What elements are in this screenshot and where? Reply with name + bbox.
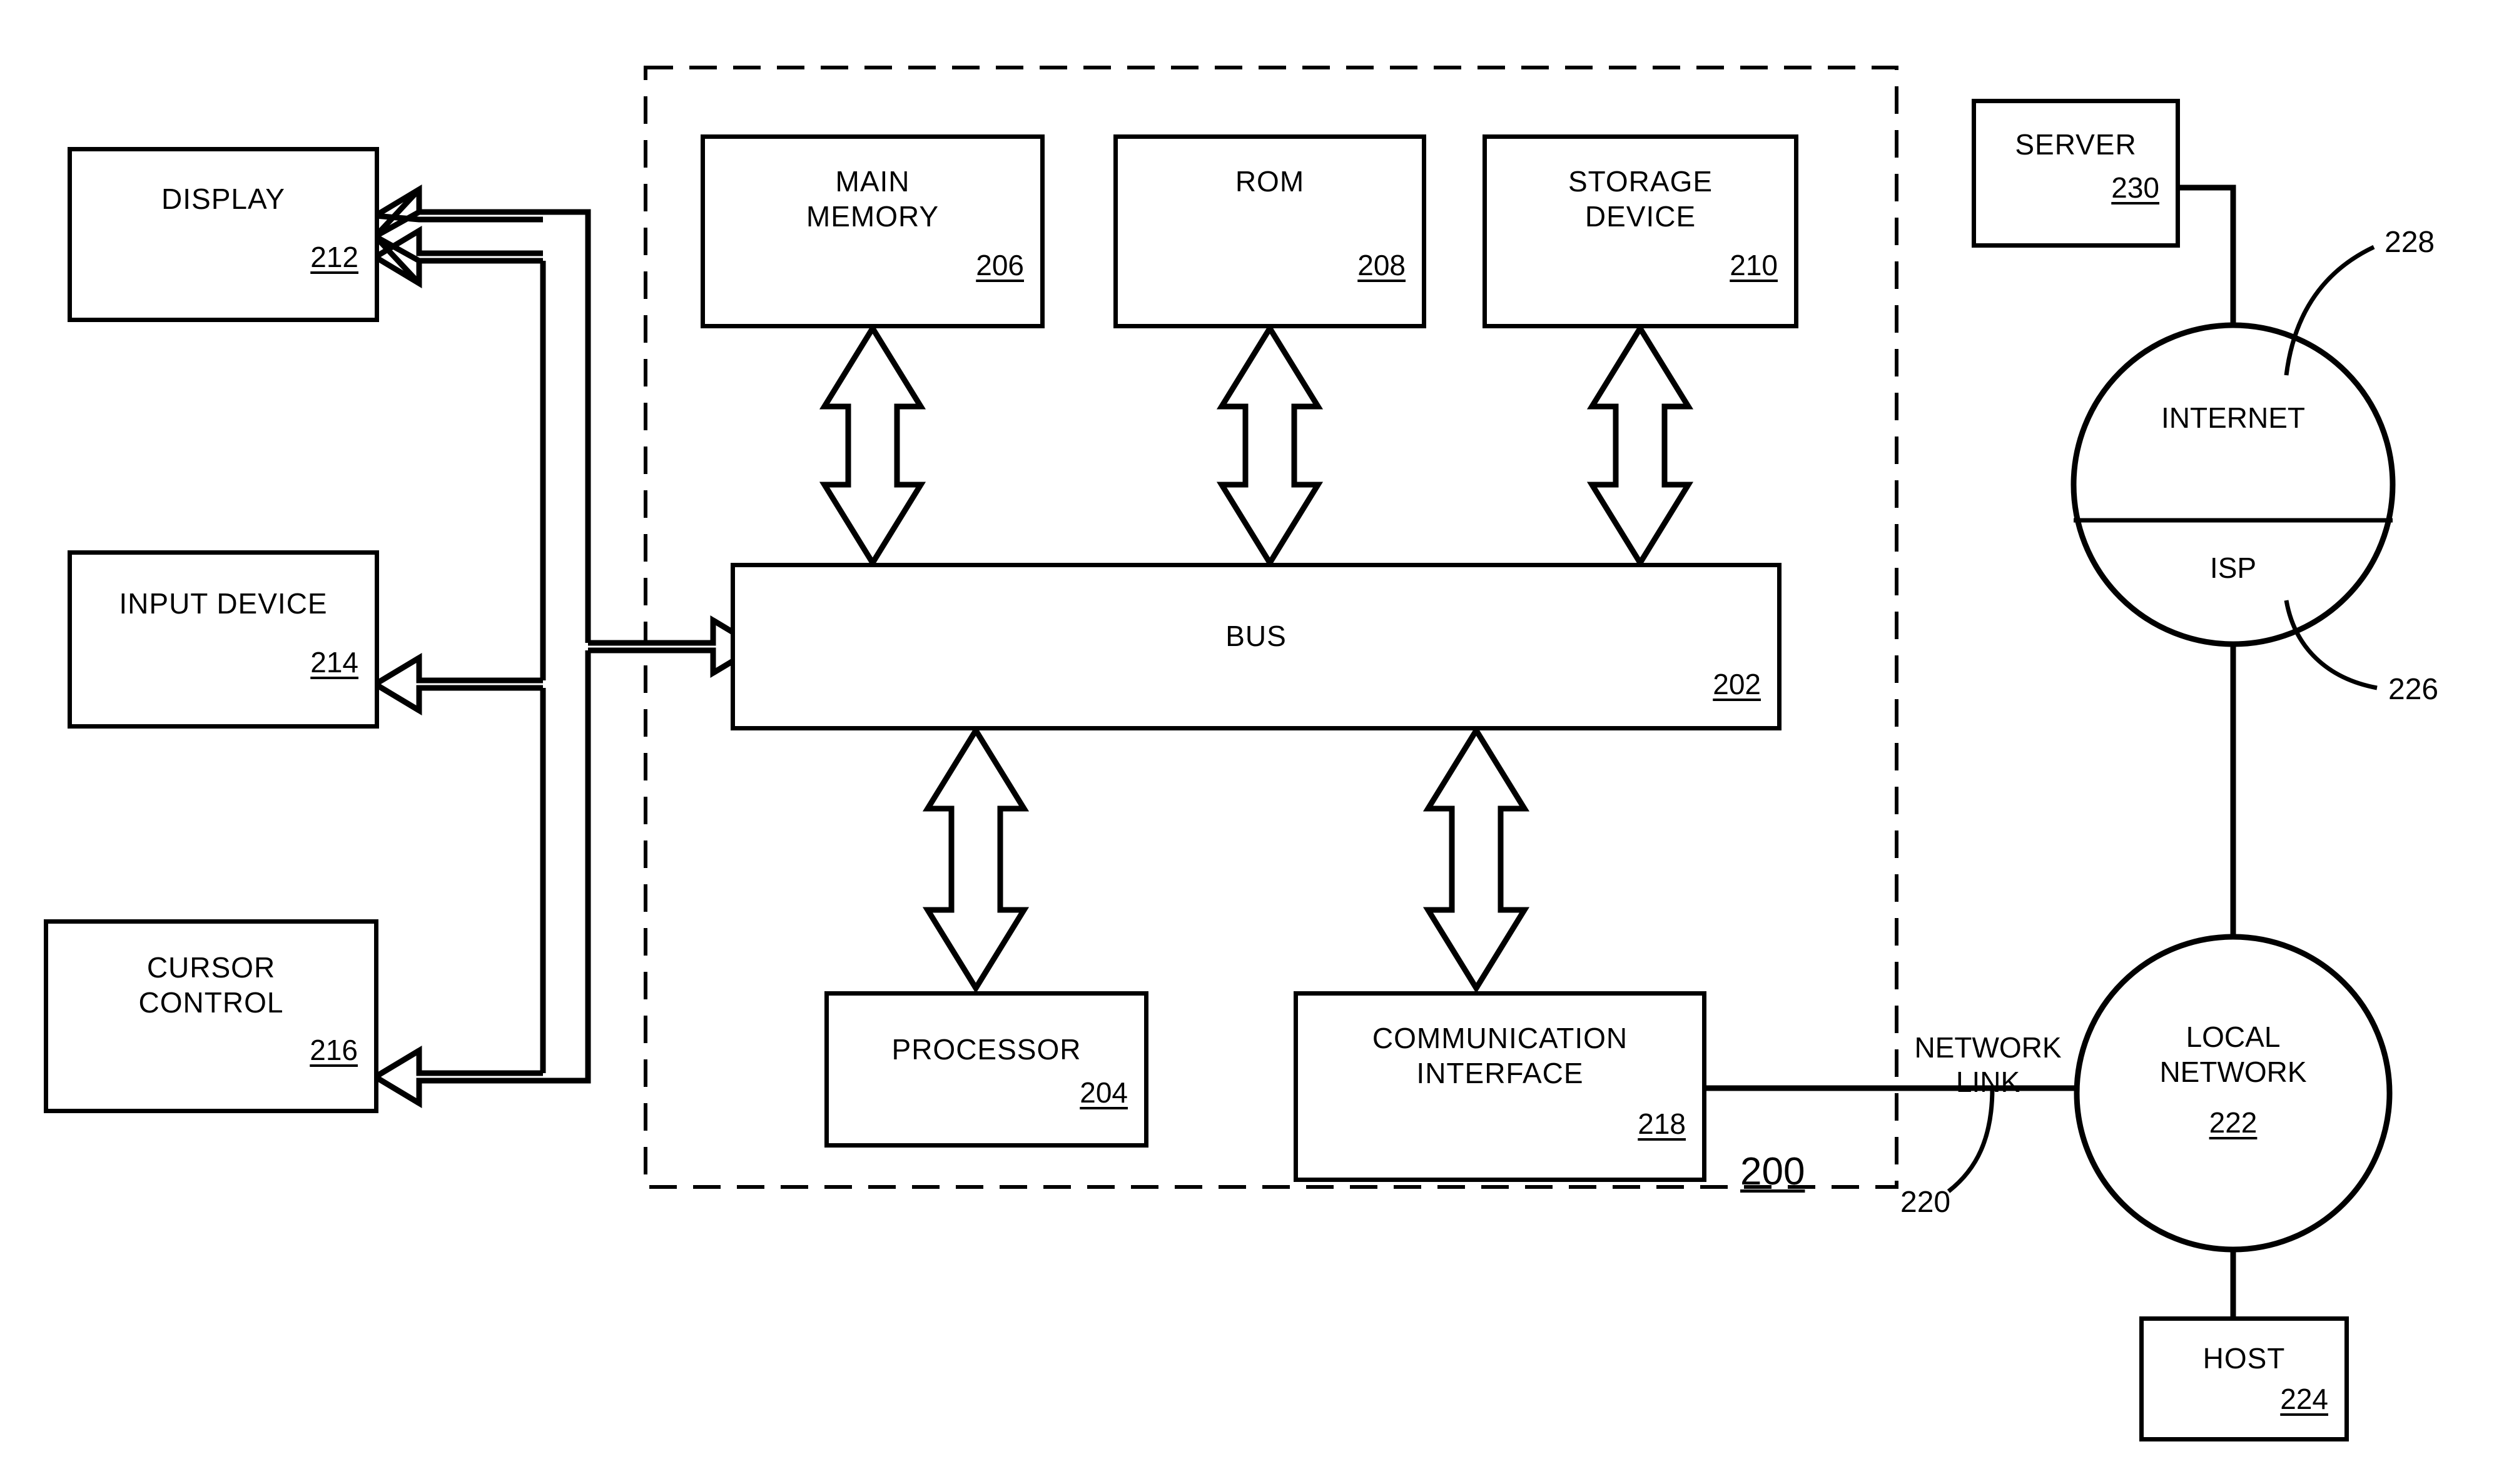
block-server[interactable]: SERVER 230 — [1972, 99, 2180, 248]
ref-226: 226 — [2388, 673, 2439, 706]
block-main-memory-label: MAIN MEMORY — [806, 165, 940, 233]
local-network-ref: 222 — [2209, 1106, 2258, 1139]
network-link-label: NETWORK LINK — [1914, 1031, 2062, 1099]
block-display-label: DISPLAY — [161, 183, 285, 215]
block-cursor-control[interactable]: CURSOR CONTROL 216 — [44, 919, 378, 1113]
block-rom[interactable]: ROM 208 — [1113, 134, 1426, 328]
block-input-device-ref: 214 — [310, 646, 358, 679]
block-bus-ref: 202 — [1713, 668, 1761, 700]
block-display-ref: 212 — [310, 241, 358, 273]
isp-label: ISP — [2209, 552, 2257, 584]
block-communication-interface-label: COMMUNICATION INTERFACE — [1372, 1022, 1628, 1090]
block-storage-device-label: STORAGE DEVICE — [1568, 165, 1713, 233]
block-main-memory[interactable]: MAIN MEMORY 206 — [701, 134, 1045, 328]
ref-228: 228 — [2385, 226, 2435, 259]
block-bus-label: BUS — [1225, 620, 1287, 652]
block-communication-interface-ref: 218 — [1638, 1108, 1686, 1140]
block-server-label: SERVER — [2015, 128, 2137, 161]
block-rom-ref: 208 — [1357, 249, 1406, 281]
block-cursor-control-label: CURSOR CONTROL — [138, 951, 284, 1019]
block-host-ref: 224 — [2280, 1383, 2328, 1415]
block-display[interactable]: DISPLAY 212 — [68, 147, 379, 322]
arrow-storage-bus — [1586, 323, 1694, 568]
arrow-mainmemory-bus — [819, 323, 926, 568]
block-host[interactable]: HOST 224 — [2139, 1316, 2349, 1441]
block-rom-label: ROM — [1235, 165, 1305, 198]
block-main-memory-ref: 206 — [976, 249, 1024, 281]
block-storage-device[interactable]: STORAGE DEVICE 210 — [1483, 134, 1798, 328]
arrow-bus-comm — [1422, 725, 1530, 994]
internet-label: INTERNET — [2161, 401, 2305, 434]
block-processor-ref: 204 — [1080, 1076, 1128, 1109]
patent-figure-canvas: DISPLAY 212 INPUT DEVICE 214 CURSOR CONT… — [0, 0, 2514, 1484]
line-server-to-internet — [2178, 184, 2236, 325]
block-bus[interactable]: BUS 202 — [731, 563, 1782, 730]
ref-220: 220 — [1900, 1186, 1951, 1219]
io-trunk — [543, 212, 588, 1081]
internet-cloud-circle — [2071, 322, 2396, 647]
block-processor[interactable]: PROCESSOR 204 — [824, 991, 1148, 1148]
block-host-label: HOST — [2202, 1342, 2286, 1375]
block-communication-interface[interactable]: COMMUNICATION INTERFACE 218 — [1294, 991, 1706, 1182]
leader-220 — [1947, 1088, 1995, 1193]
block-server-ref: 230 — [2111, 171, 2159, 204]
block-cursor-control-ref: 216 — [310, 1034, 358, 1066]
block-input-device[interactable]: INPUT DEVICE 214 — [68, 550, 379, 729]
local-network-label: LOCAL NETWORK — [2159, 1021, 2307, 1089]
system-ref-200: 200 — [1740, 1150, 1805, 1193]
arrow-bus-processor — [922, 725, 1030, 994]
arrow-rom-bus — [1216, 323, 1324, 568]
local-network-circle — [2074, 934, 2393, 1253]
block-input-device-label: INPUT DEVICE — [119, 587, 328, 620]
block-storage-device-ref: 210 — [1730, 249, 1778, 281]
block-processor-label: PROCESSOR — [891, 1033, 1082, 1066]
